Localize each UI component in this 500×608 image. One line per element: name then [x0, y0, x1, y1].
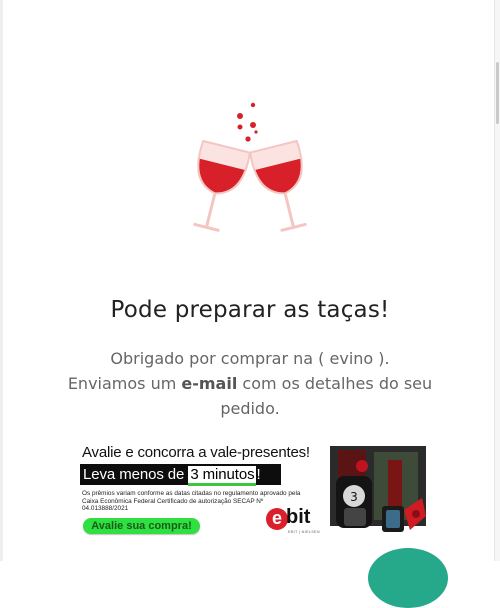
- duration-highlight: 3 minutos: [188, 466, 257, 486]
- right-glass: [249, 139, 307, 232]
- message-line-2: Enviamos um e-mail com os detalhes do se…: [67, 374, 433, 393]
- ebit-logo: e bit EBIT | NIELSEN: [266, 506, 324, 538]
- bubble: [237, 113, 243, 119]
- svg-text:3: 3: [350, 490, 358, 504]
- window-left-edge: [0, 0, 3, 561]
- bubble: [250, 102, 256, 108]
- review-purchase-button[interactable]: Avalie sua compra!: [83, 518, 200, 534]
- bubble: [245, 136, 251, 142]
- wine-toast-icon: [193, 102, 307, 232]
- banner-duration-pill: Leva menos de 3 minutos!: [80, 464, 281, 486]
- chat-fab[interactable]: [368, 548, 448, 608]
- bubble: [237, 124, 243, 130]
- products-image: 3: [330, 446, 426, 532]
- email-emphasis: e-mail: [181, 374, 238, 393]
- banner-heading: Avalie e concorra a vale-presentes!: [82, 444, 310, 461]
- left-glass: [193, 139, 251, 232]
- confirmation-message: Obrigado por comprar na ( evino ). Envia…: [40, 346, 460, 421]
- message-line-3: pedido.: [220, 399, 280, 418]
- bubble: [250, 122, 256, 128]
- message-line-1: Obrigado por comprar na ( evino ).: [110, 349, 390, 368]
- bubble: [254, 130, 258, 134]
- page-title: Pode preparar as taças!: [110, 297, 390, 323]
- scrollbar-thumb[interactable]: [496, 62, 499, 124]
- ebit-review-banner[interactable]: Avalie e concorra a vale-presentes! Leva…: [80, 440, 430, 542]
